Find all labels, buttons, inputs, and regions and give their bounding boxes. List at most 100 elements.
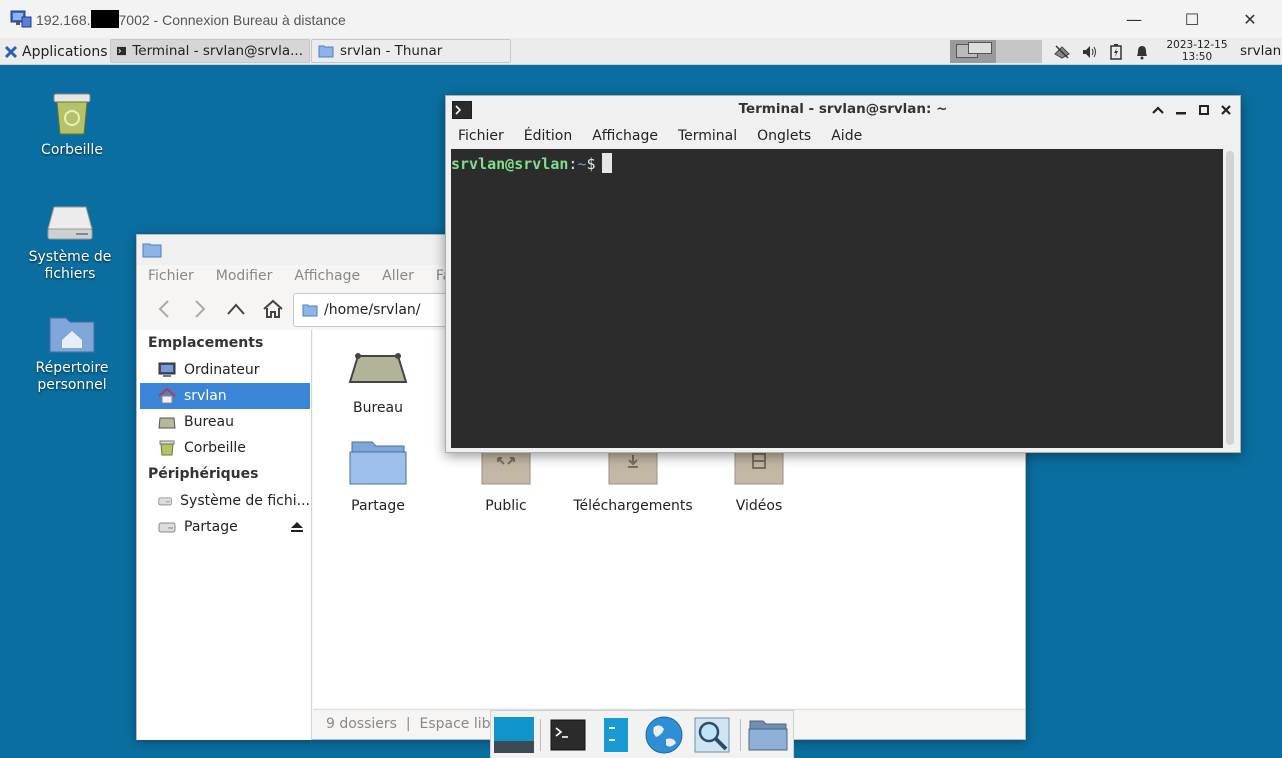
sidebar-item-filesystem[interactable]: Système de fichi... xyxy=(140,488,310,514)
panel-clock[interactable]: 2023-12-15 13:50 xyxy=(1162,39,1232,63)
dock-separator xyxy=(540,719,541,751)
sidebar-item-partage[interactable]: Partage xyxy=(140,514,310,540)
file-item-partage[interactable]: Partage xyxy=(318,438,438,514)
dock-separator xyxy=(740,719,741,751)
terminal-close-button[interactable] xyxy=(1217,101,1235,119)
thunar-sidebar: Emplacements Ordinateur srvlan Bureau Co… xyxy=(137,330,312,740)
sidebar-header-places: Emplacements xyxy=(148,335,264,351)
dock-show-desktop[interactable] xyxy=(493,715,535,755)
menu-affichage[interactable]: Affichage xyxy=(283,265,371,287)
sidebar-header-devices: Périphériques xyxy=(148,466,259,482)
applications-menu-button[interactable]: Applications xyxy=(4,41,108,62)
dock-terminal[interactable] xyxy=(547,715,589,755)
folder-icon xyxy=(748,720,788,751)
eject-icon[interactable] xyxy=(290,521,304,533)
terminal-shade-button[interactable] xyxy=(1149,101,1167,119)
menu-aide[interactable]: Aide xyxy=(819,124,870,148)
bottom-dock xyxy=(490,710,794,758)
redacted-block xyxy=(90,10,119,28)
terminal-screen[interactable]: srvlan@srvlan:~$ xyxy=(451,149,1223,448)
app-finder-icon xyxy=(694,717,730,753)
terminal-maximize-button[interactable] xyxy=(1195,101,1213,119)
taskbar-item-terminal[interactable]: Terminal - srvlan@srvla... xyxy=(110,39,310,63)
dock-web-browser[interactable] xyxy=(643,715,685,755)
menu-affichage[interactable]: Affichage xyxy=(580,124,666,148)
file-item-label: Partage xyxy=(351,498,405,514)
sidebar-item-label: Ordinateur xyxy=(184,362,260,378)
sidebar-item-label: Bureau xyxy=(184,414,234,430)
battery-icon[interactable] xyxy=(1106,42,1126,62)
workspace-2[interactable] xyxy=(996,40,1042,63)
terminal-window: Terminal - srvlan@srvlan: ~ Fichier Édit… xyxy=(445,95,1241,453)
parent-folder-button[interactable] xyxy=(221,294,251,324)
dock-file-manager[interactable] xyxy=(595,715,637,755)
shell-prompt: srvlan@srvlan:~$ xyxy=(451,153,612,173)
clock-date: 2023-12-15 xyxy=(1166,39,1228,51)
terminal-minimize-button[interactable] xyxy=(1172,101,1190,119)
location-path: /home/srvlan/ xyxy=(324,302,421,318)
desktop-icon-label: Système de fichiers xyxy=(28,249,112,282)
file-item-bureau[interactable]: Bureau xyxy=(318,350,438,416)
menu-aller[interactable]: Aller xyxy=(371,265,425,287)
file-manager-icon xyxy=(604,718,628,752)
text-cursor xyxy=(601,153,612,173)
trash-icon xyxy=(159,440,175,456)
volume-icon[interactable] xyxy=(1080,42,1100,62)
web-browser-icon xyxy=(645,716,683,754)
chevron-left-icon xyxy=(158,300,169,318)
taskbar-item-label: srvlan - Thunar xyxy=(340,43,443,59)
menu-fichier[interactable]: Fichier xyxy=(446,124,512,148)
home-icon xyxy=(263,299,283,318)
dock-folder[interactable] xyxy=(747,715,789,755)
desktop-icon-filesystem[interactable]: Système de fichiers xyxy=(20,203,120,283)
menu-onglets[interactable]: Onglets xyxy=(745,124,819,148)
desktop-icon-trash[interactable]: Corbeille xyxy=(22,90,122,159)
clock-time: 13:50 xyxy=(1181,51,1213,63)
chevron-right-icon xyxy=(195,300,206,318)
folder-icon xyxy=(142,243,162,258)
sidebar-item-ordinateur[interactable]: Ordinateur xyxy=(140,357,310,383)
rdp-maximize-button[interactable]: ☐ xyxy=(1163,0,1221,38)
rdp-title-bar: 192.168. 7002 - Connexion Bureau à distan… xyxy=(0,0,1282,38)
rdp-minimize-button[interactable]: — xyxy=(1105,0,1163,38)
terminal-scrollbar[interactable] xyxy=(1226,151,1234,445)
taskbar-item-thunar[interactable]: srvlan - Thunar xyxy=(311,39,511,63)
file-item-label: Bureau xyxy=(353,400,403,416)
home-button[interactable] xyxy=(258,294,288,324)
terminal-icon xyxy=(550,719,586,751)
desktop-icon-home[interactable]: Répertoire personnel xyxy=(22,314,122,394)
file-item-label: Vidéos xyxy=(735,498,783,514)
back-button[interactable] xyxy=(149,294,179,324)
forward-button[interactable] xyxy=(185,294,215,324)
notification-bell-icon[interactable] xyxy=(1132,42,1152,62)
close-icon xyxy=(1221,105,1231,115)
folder-icon xyxy=(318,45,334,58)
file-item-label: Téléchargements xyxy=(573,498,693,514)
sidebar-item-corbeille[interactable]: Corbeille xyxy=(140,435,310,461)
remote-desktop-icon xyxy=(10,10,32,28)
dock-app-finder[interactable] xyxy=(691,715,733,755)
menu-edition[interactable]: Édition xyxy=(512,124,580,148)
minimize-icon: — xyxy=(1126,9,1142,29)
drive-icon xyxy=(47,206,93,240)
thunar-menubar: Fichier Modifier Affichage Aller Favoris xyxy=(137,265,496,287)
show-desktop-icon xyxy=(494,717,534,753)
sidebar-item-bureau[interactable]: Bureau xyxy=(140,409,310,435)
menu-terminal[interactable]: Terminal xyxy=(666,124,745,148)
drive-icon xyxy=(158,522,176,533)
rdp-close-button[interactable]: ✕ xyxy=(1221,0,1279,38)
terminal-icon xyxy=(117,46,127,56)
top-panel: Applications Terminal - srvlan@srvla... … xyxy=(0,38,1282,65)
terminal-title-bar[interactable]: Terminal - srvlan@srvlan: ~ xyxy=(446,96,1240,124)
folder-icon xyxy=(302,304,318,316)
network-icon[interactable] xyxy=(1052,42,1072,62)
user-menu-button[interactable]: srvlan xyxy=(1240,43,1281,59)
sidebar-item-label: Corbeille xyxy=(184,440,246,456)
sidebar-item-label: srvlan xyxy=(184,388,227,404)
sidebar-item-srvlan[interactable]: srvlan xyxy=(140,383,310,409)
menu-modifier[interactable]: Modifier xyxy=(205,265,284,287)
close-icon: ✕ xyxy=(1243,9,1257,29)
menu-fichier[interactable]: Fichier xyxy=(137,265,205,287)
workspace-1[interactable] xyxy=(950,40,996,63)
workspace-switcher[interactable] xyxy=(950,40,1042,63)
